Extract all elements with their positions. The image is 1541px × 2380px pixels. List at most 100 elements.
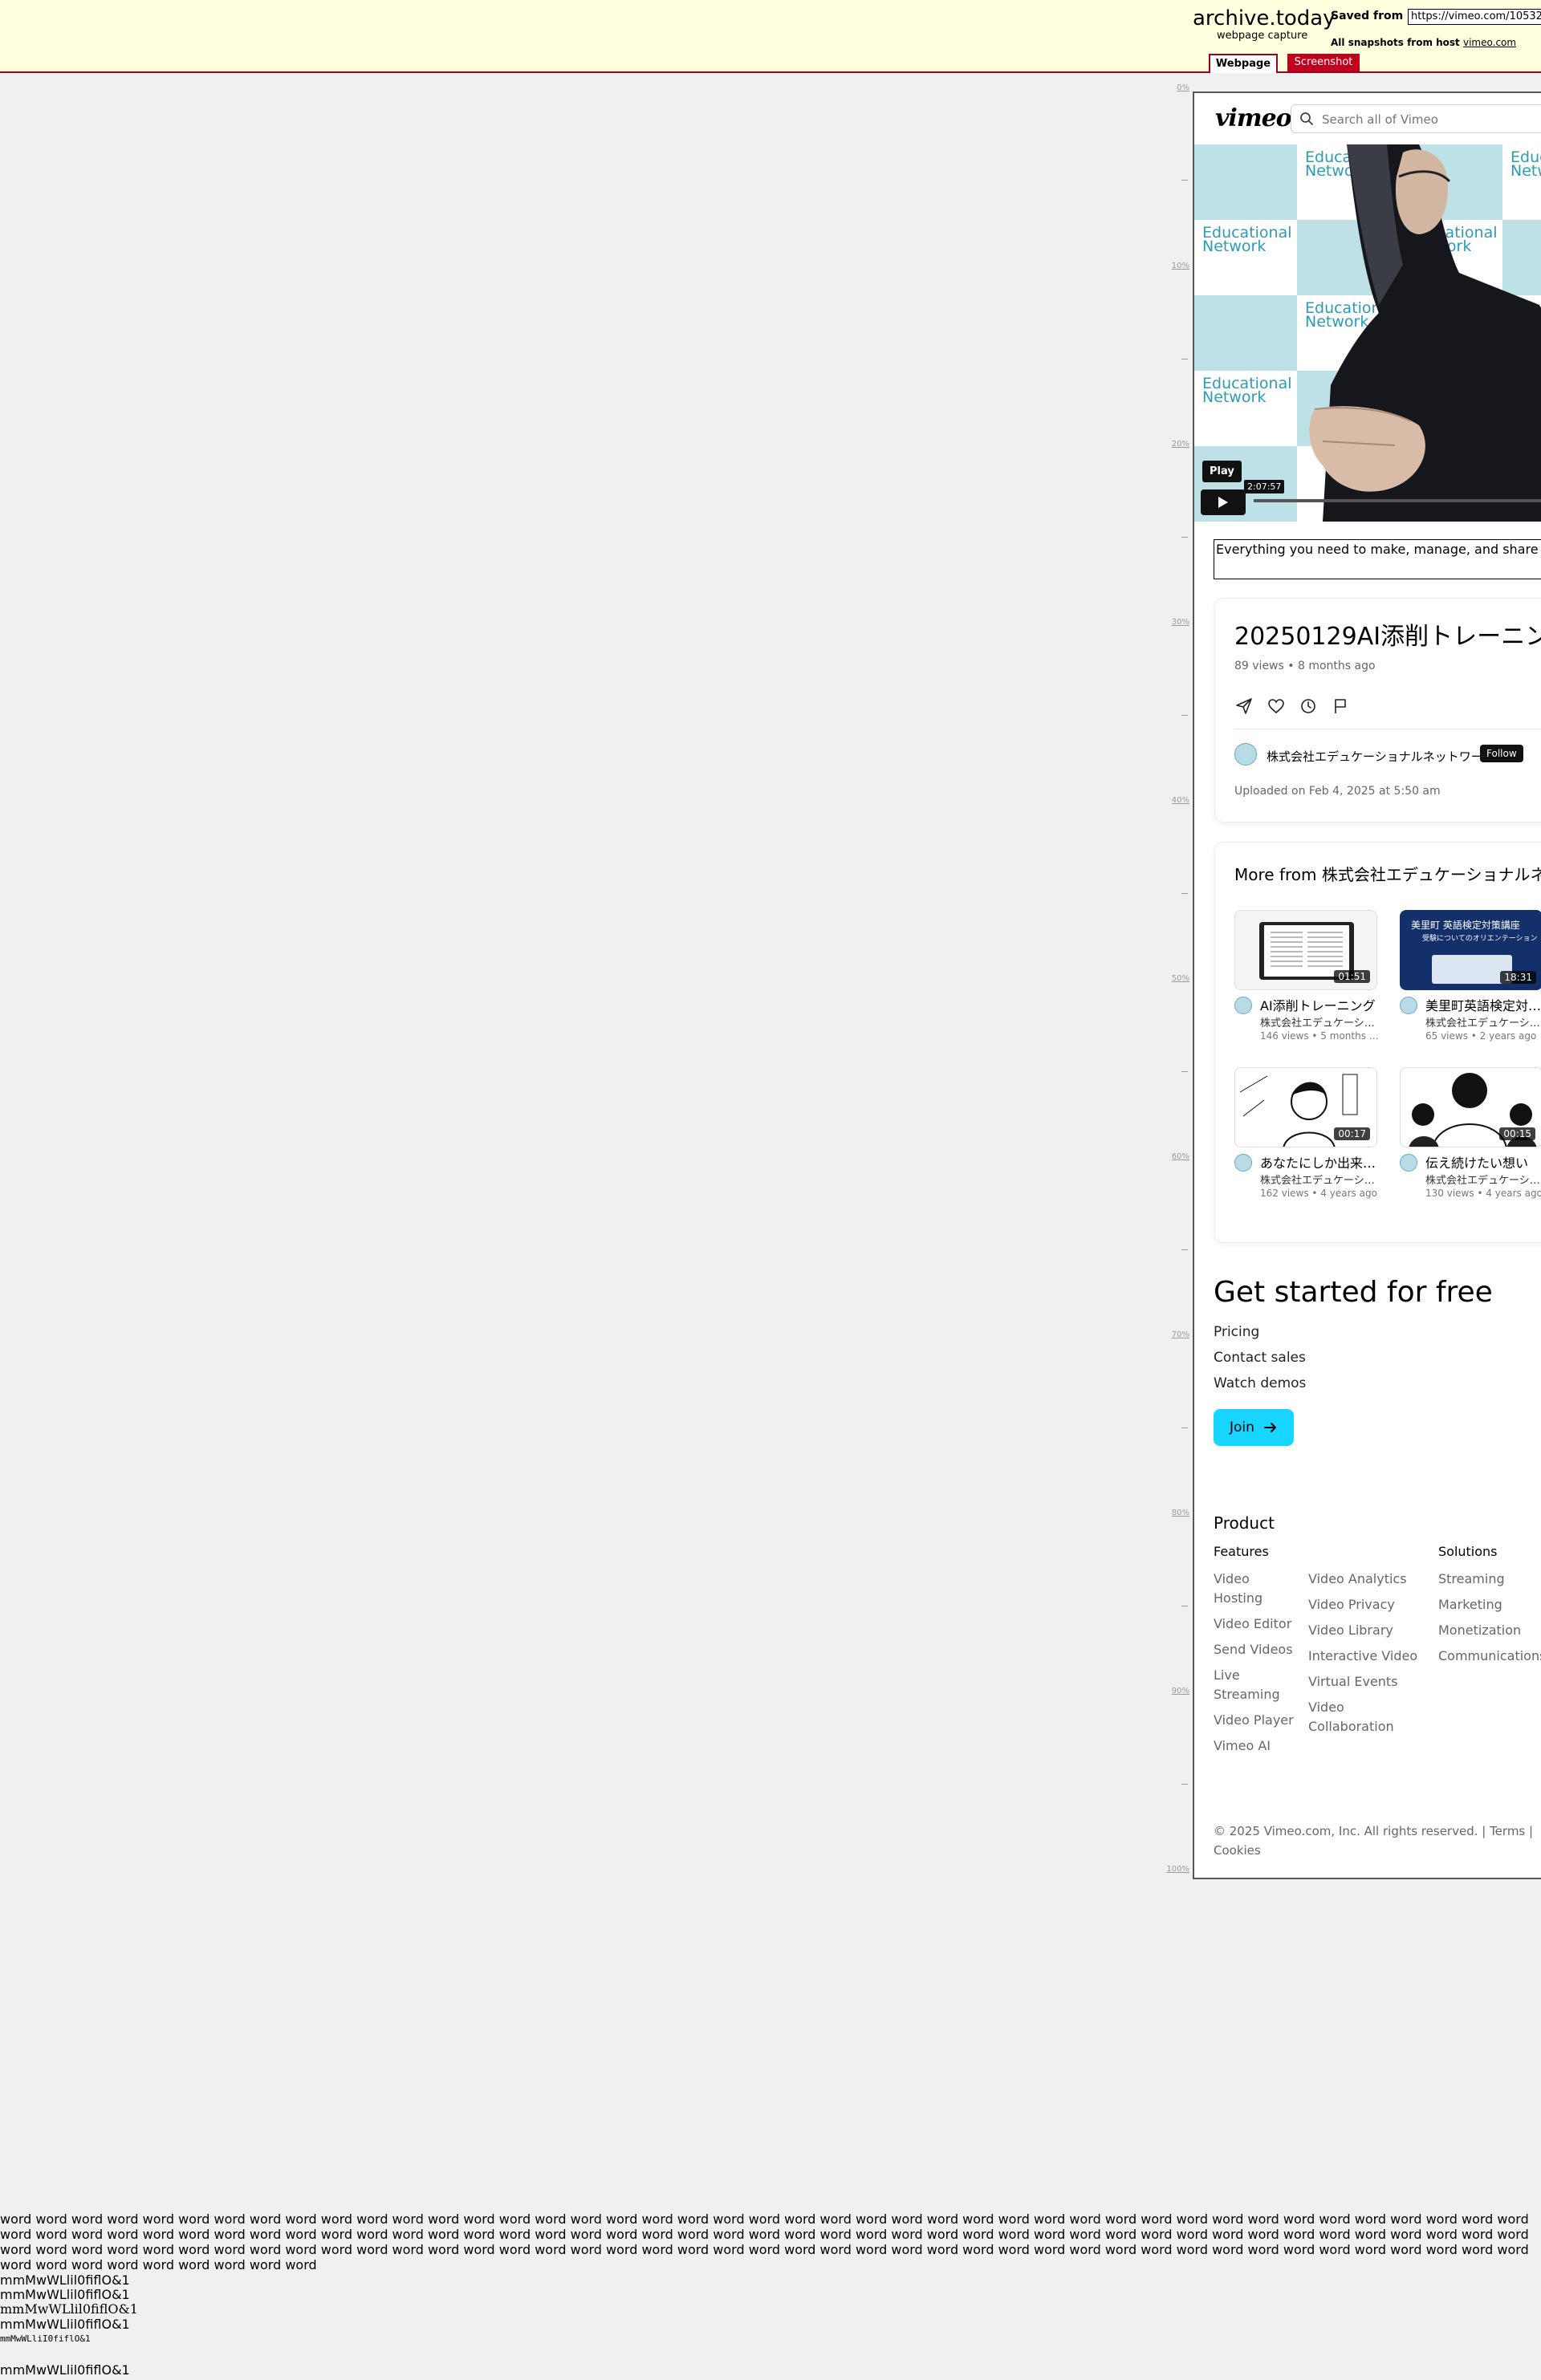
video-thumbnail[interactable]: 美里町 英語検定対策講座 受験についてのオリエンテーション 18:31 xyxy=(1400,910,1541,990)
share-icon[interactable] xyxy=(1234,697,1254,716)
heart-icon[interactable] xyxy=(1267,697,1286,716)
footer-link[interactable]: Communications xyxy=(1438,1647,1541,1666)
footer-link[interactable]: Marketing xyxy=(1438,1595,1502,1614)
contact-sales-link[interactable]: Contact sales xyxy=(1214,1350,1306,1366)
tab-screenshot[interactable]: Screenshot xyxy=(1287,54,1360,71)
thumbnail-subcaption: 受験についてのオリエンテーション xyxy=(1422,935,1538,943)
pricing-link[interactable]: Pricing xyxy=(1214,1324,1259,1340)
footer-link[interactable]: Monetization xyxy=(1438,1621,1521,1640)
ruler-tick xyxy=(1181,1249,1188,1250)
duration-badge: 00:15 xyxy=(1499,1127,1535,1140)
video-thumbnail[interactable]: 00:15 xyxy=(1400,1067,1541,1147)
join-label: Join xyxy=(1230,1419,1254,1436)
owner-avatar[interactable] xyxy=(1400,997,1417,1014)
video-meta: 130 views • 4 years ago xyxy=(1425,1188,1541,1199)
copyright-footer: © 2025 Vimeo.com, Inc. All rights reserv… xyxy=(1214,1822,1533,1860)
video-owner[interactable]: 株式会社エデュケーショナルネットワーク xyxy=(1425,1014,1541,1030)
tab-webpage[interactable]: Webpage xyxy=(1209,54,1278,73)
vimeo-header: vimeo xyxy=(1194,93,1541,145)
video-thumbnail[interactable]: 01:51 xyxy=(1234,910,1377,990)
video-title[interactable]: AI添削トレーニング xyxy=(1260,995,1380,1014)
ruler-label[interactable]: 40% xyxy=(1157,796,1189,805)
footer-link[interactable]: Video Library xyxy=(1308,1621,1393,1640)
footer-link[interactable]: Video Player xyxy=(1214,1711,1294,1730)
follow-button[interactable]: Follow xyxy=(1480,745,1523,762)
ruler-tick xyxy=(1181,893,1188,894)
footer-link[interactable]: Video Collaboration xyxy=(1308,1698,1405,1736)
owner-avatar[interactable] xyxy=(1400,1154,1417,1172)
duration-badge: 01:51 xyxy=(1334,970,1370,983)
footer-link[interactable]: Video Analytics xyxy=(1308,1570,1407,1589)
watch-demos-link[interactable]: Watch demos xyxy=(1214,1375,1306,1391)
host-link[interactable]: vimeo.com xyxy=(1463,37,1516,48)
archive-logo[interactable]: archive.today xyxy=(1193,6,1336,30)
footer-link[interactable]: Streaming xyxy=(1438,1570,1505,1589)
video-title[interactable]: 伝え続けたい想い xyxy=(1425,1152,1541,1172)
arrow-right-icon xyxy=(1264,1423,1276,1432)
footer-link[interactable]: Live Streaming xyxy=(1214,1666,1297,1704)
ruler-label[interactable]: 100% xyxy=(1157,1865,1189,1874)
play-icon xyxy=(1218,497,1228,508)
footer-link[interactable]: Video Editor xyxy=(1214,1614,1291,1634)
flag-icon[interactable] xyxy=(1331,697,1350,716)
video-owner[interactable]: 株式会社エデュケーショナルネットワーク xyxy=(1260,1172,1380,1187)
features-heading: Features xyxy=(1214,1544,1269,1559)
play-button[interactable] xyxy=(1201,489,1246,515)
cookies-link[interactable]: Cookies xyxy=(1214,1841,1533,1860)
video-title[interactable]: 美里町英語検定対策講座 xyxy=(1425,995,1541,1014)
search-input[interactable] xyxy=(1320,110,1541,129)
video-duration: 2:07:57 xyxy=(1244,480,1285,493)
footer-link[interactable]: Interactive Video xyxy=(1308,1647,1417,1666)
video-meta: 162 views • 4 years ago xyxy=(1260,1188,1377,1199)
duration-badge: 00:17 xyxy=(1334,1127,1370,1140)
footer-link[interactable]: Virtual Events xyxy=(1308,1672,1398,1692)
footer-link[interactable]: Video Privacy xyxy=(1308,1595,1395,1614)
owner-avatar[interactable] xyxy=(1234,1154,1252,1172)
footer-link[interactable]: Vimeo AI xyxy=(1214,1736,1271,1756)
search-box[interactable] xyxy=(1291,104,1541,133)
page-description: Everything you need to make, manage, and… xyxy=(1214,539,1541,579)
speaker-figure xyxy=(1309,144,1541,522)
ruler-label[interactable]: 80% xyxy=(1157,1509,1189,1517)
more-from-title: More from 株式会社エデュケーショナルネットワーク xyxy=(1234,865,1541,884)
footer-link[interactable]: Send Videos xyxy=(1214,1640,1293,1659)
upload-date: Uploaded on Feb 4, 2025 at 5:50 am xyxy=(1234,785,1441,798)
all-snapshots-suffix: from host xyxy=(1407,37,1460,48)
captured-page: vimeo Educational Network Educational Ne… xyxy=(1193,91,1541,1879)
video-player[interactable]: Educational Network Educational Network … xyxy=(1194,144,1541,522)
ruler-label[interactable]: 50% xyxy=(1157,974,1189,983)
search-icon xyxy=(1300,112,1313,125)
ruler-label[interactable]: 90% xyxy=(1157,1687,1189,1696)
archive-header: archive.today webpage capture Saved from… xyxy=(0,0,1541,73)
owner-avatar[interactable] xyxy=(1234,743,1257,766)
copyright-text: © 2025 Vimeo.com, Inc. All rights reserv… xyxy=(1214,1824,1534,1838)
ruler-label[interactable]: 10% xyxy=(1157,262,1189,270)
video-meta: 65 views • 2 years ago xyxy=(1425,1030,1537,1042)
video-title[interactable]: あなたにしか出来ないこと xyxy=(1260,1152,1380,1172)
owner-avatar[interactable] xyxy=(1234,997,1252,1014)
thumbnail-caption: 美里町 英語検定対策講座 xyxy=(1411,920,1520,931)
ruler-tick xyxy=(1181,715,1188,716)
video-meta: 89 views • 8 months ago xyxy=(1234,660,1376,672)
glyph-test-line: mmMwWLlil0fiflO&1 xyxy=(0,2287,130,2302)
ruler-label[interactable]: 70% xyxy=(1157,1330,1189,1339)
ruler-label[interactable]: 20% xyxy=(1157,440,1189,449)
ruler-label[interactable]: 60% xyxy=(1157,1152,1189,1161)
join-button[interactable]: Join xyxy=(1214,1409,1294,1446)
footer-product-heading: Product xyxy=(1214,1513,1275,1533)
saved-url-field[interactable]: https://vimeo.com/10532 xyxy=(1408,9,1541,25)
ruler-label[interactable]: 0% xyxy=(1157,83,1189,92)
ruler-tick xyxy=(1181,1071,1188,1072)
video-owner[interactable]: 株式会社エデュケーショナルネットワーク xyxy=(1260,1014,1380,1030)
progress-bar[interactable] xyxy=(1254,499,1541,502)
video-thumbnail[interactable]: 00:17 xyxy=(1234,1067,1377,1147)
footer-link[interactable]: Video Hosting xyxy=(1214,1570,1297,1608)
ruler-tick xyxy=(1181,537,1188,538)
clock-icon[interactable] xyxy=(1299,697,1318,716)
saved-from-label: Saved from xyxy=(1331,10,1404,22)
video-owner[interactable]: 株式会社エデュケーショナルネットワーク xyxy=(1425,1172,1541,1187)
more-from-card: More from 株式会社エデュケーショナルネットワーク 01:51 AI添削… xyxy=(1215,843,1541,1242)
owner-name[interactable]: 株式会社エデュケーショナルネットワーク xyxy=(1267,748,1495,765)
vimeo-logo[interactable]: vimeo xyxy=(1215,104,1292,132)
ruler-label[interactable]: 30% xyxy=(1157,618,1189,627)
